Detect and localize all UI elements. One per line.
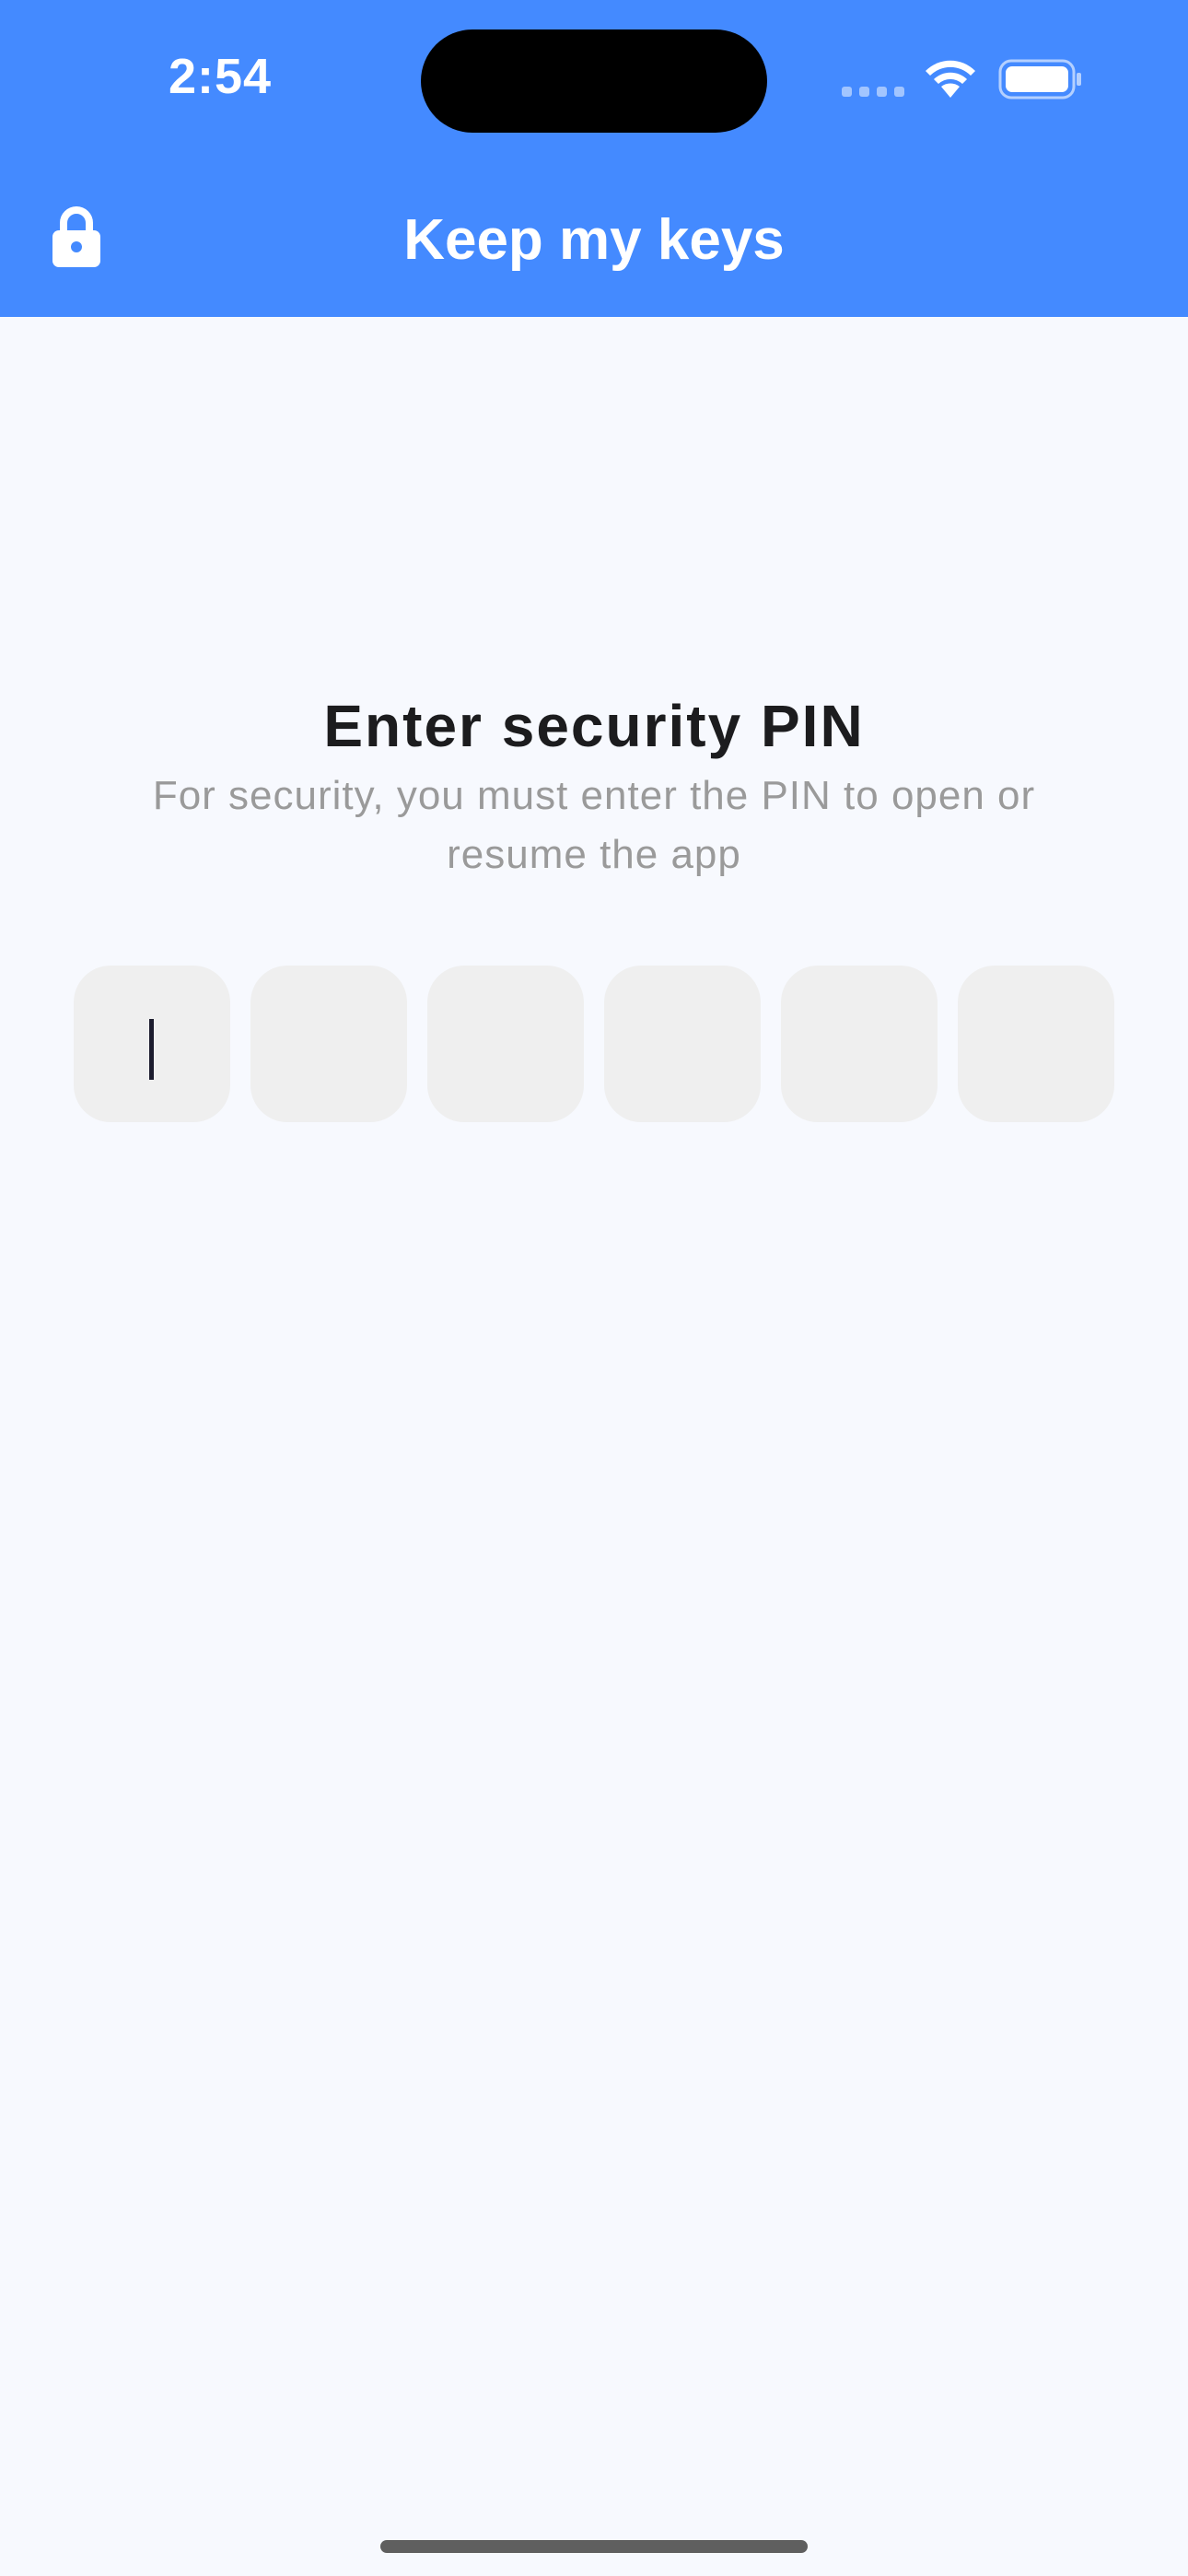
dynamic-island [421,29,767,133]
pin-title: Enter security PIN [323,693,865,759]
cellular-signal-icon [842,87,904,98]
pin-digit-box[interactable] [427,966,584,1122]
pin-digit-box[interactable] [781,966,938,1122]
text-cursor [149,1019,154,1080]
battery-icon [998,59,1081,100]
pin-input-row [74,966,1114,1122]
pin-subtitle: For security, you must enter the PIN to … [152,773,1036,877]
pin-digit-box[interactable] [958,966,1114,1122]
status-time: 2:54 [169,49,273,104]
home-indicator[interactable] [380,2540,808,2553]
app-title: Keep my keys [403,208,785,272]
pin-digit-box[interactable] [604,966,761,1122]
wifi-icon [926,60,975,98]
pin-digit-box[interactable] [250,966,407,1122]
app-header: 2:54 Keep my keys [0,0,1188,317]
